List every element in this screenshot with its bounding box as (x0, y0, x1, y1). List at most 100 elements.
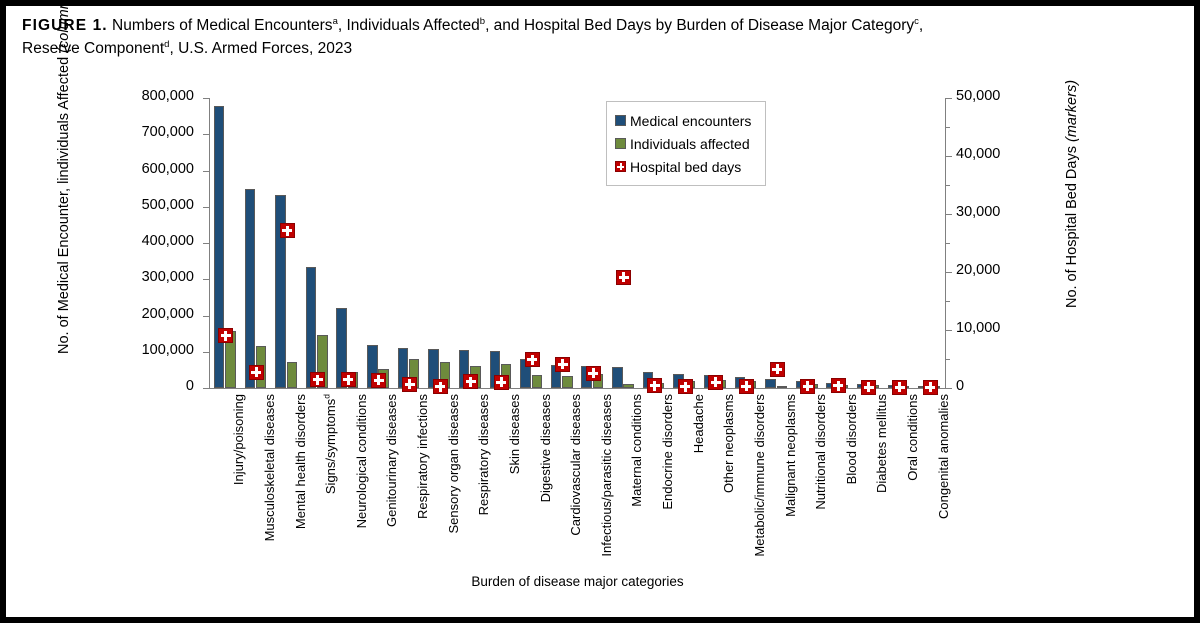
hospital-bed-days-marker (248, 364, 264, 380)
hospital-bed-days-marker (708, 374, 724, 390)
bar-medical-encounters (765, 378, 776, 388)
y-axis-right-tick-label: 10,000 (956, 320, 1001, 336)
x-axis-tick-label: Maternal conditions (629, 394, 645, 507)
title-line2-text-1: Reserve Component (22, 40, 165, 57)
title-line-2: Reserve Componentd, U.S. Armed Forces, 2… (22, 37, 1180, 60)
bar-individuals-affected (623, 384, 634, 388)
y-axis-right-tick-mark (946, 388, 952, 389)
x-axis-tick-label: Skin diseases (506, 394, 522, 475)
bar-individuals-affected (286, 362, 297, 388)
hospital-bed-days-marker (769, 361, 785, 377)
x-axis-tick-label: Digestive diseases (537, 394, 553, 503)
y-axis-right-minor-tick-mark (946, 301, 950, 302)
bar-group (826, 98, 849, 388)
x-axis-tick-label-text: Signs/symptoms (323, 398, 339, 495)
x-axis-tick-label: Nutritional disorders (813, 394, 829, 510)
x-axis-tick-label: Neurological conditions (353, 394, 369, 529)
x-axis-tick-label: Sensory organ diseases (445, 394, 461, 534)
bar-group (458, 98, 482, 388)
y-axis-right-tick-label: 40,000 (956, 146, 1001, 162)
y-axis-left-tick-label: 300,000 (141, 269, 194, 286)
hospital-bed-days-marker (218, 328, 234, 344)
legend-item-medical-encounters: Medical encounters (615, 109, 751, 132)
bar-group (887, 98, 911, 388)
hospital-bed-days-marker (738, 378, 754, 394)
bar-group (397, 98, 421, 388)
y-axis-left-tick-mark (203, 243, 209, 244)
x-axis-tick-label: Mental health disorders (292, 394, 308, 530)
title-text-4: , (918, 17, 924, 34)
bar-group (244, 98, 268, 388)
y-axis-right-title-italic: (markers) (1064, 79, 1080, 142)
y-axis-left-tick-mark (203, 134, 209, 136)
x-axis-tick-label: Diabetes mellitus (874, 394, 890, 493)
y-axis-left-tick-mark (203, 279, 209, 281)
chart-canvas: No. of Medical Encounter, lindividuals A… (6, 0, 1194, 617)
chart-legend: Medical encounters Individuals affected … (606, 101, 767, 186)
x-axis-tick-label: Oral conditions (905, 394, 921, 481)
bar-group (428, 98, 451, 388)
x-axis-tick-label: Congenital anomalies (935, 394, 951, 520)
bar-group (275, 98, 298, 388)
legend-item-hospital-bed-days: Hospital bed days (615, 155, 751, 178)
bar-medical-encounters (213, 105, 225, 388)
x-axis-tick-label: Blood disorders (843, 394, 859, 485)
hospital-bed-days-marker (677, 379, 693, 395)
bar-group (213, 98, 237, 388)
page-title: FIGURE 1. Numbers of Medical Encountersa… (22, 14, 1180, 60)
bar-group (765, 98, 788, 388)
x-axis-tick-label: Cardiovascular diseases (568, 394, 584, 536)
bar-group (367, 98, 390, 388)
hospital-bed-days-marker (524, 352, 540, 367)
y-axis-left-tick-label: 400,000 (141, 233, 194, 249)
y-axis-right-tick-label: 20,000 (956, 262, 1001, 278)
x-axis-title: Burden of disease major categories (471, 574, 684, 589)
hospital-bed-days-marker (432, 379, 448, 395)
bar-group (336, 98, 359, 388)
bar-individuals-affected (562, 376, 573, 388)
y-axis-left-tick-mark (203, 315, 209, 317)
bar-medical-encounters (612, 366, 623, 388)
hospital-bed-days-marker (922, 379, 938, 395)
x-axis-tick-label: Malignant neoplasms (782, 394, 798, 517)
hospital-bed-days-marker (861, 379, 877, 395)
hospital-bed-days-marker (800, 378, 816, 394)
bar-individuals-affected (776, 386, 787, 388)
hospital-bed-days-marker (647, 378, 663, 394)
bar-group (857, 98, 880, 388)
y-axis-right-tick-mark (946, 330, 952, 331)
hospital-bed-days-marker (555, 356, 571, 372)
legend-label-medical-encounters: Medical encounters (630, 112, 752, 129)
y-axis-right-tick-label: 30,000 (956, 204, 1001, 220)
bar-medical-encounters (305, 266, 317, 388)
y-axis-right-tick-mark (946, 214, 952, 215)
y-axis-right-minor-tick-mark (946, 243, 950, 244)
y-axis-left-tick-label: 200,000 (141, 305, 194, 322)
legend-label-hospital-bed-days: Hospital bed days (630, 158, 742, 175)
y-axis-right-minor-tick-mark (946, 185, 950, 186)
y-axis-left-tick-mark (203, 206, 209, 208)
y-axis-left-tick-label: 800,000 (141, 88, 194, 104)
y-axis-left-tick-mark (203, 388, 209, 389)
x-axis-tick-label: Respiratory infections (415, 394, 431, 519)
y-axis-left-tick-label: 600,000 (141, 160, 194, 177)
blue-square-swatch-icon (615, 115, 626, 126)
y-axis-right-tick-mark (946, 98, 952, 99)
bar-individuals-affected (531, 374, 542, 388)
legend-label-individuals-affected: Individuals affected (630, 135, 750, 152)
x-axis-tick-label: Other neoplasms (721, 394, 737, 493)
x-axis-tick-label: Metabolic/immune disorders (751, 394, 767, 557)
y-axis-left-tick-mark (203, 170, 209, 172)
y-axis-left-tick-label: 100,000 (141, 341, 194, 358)
y-axis-right-title-main: No. of Hospital Bed Days (1064, 142, 1080, 309)
bar-group (795, 98, 819, 388)
red-cross-marker-icon (615, 161, 626, 172)
hospital-bed-days-marker (616, 269, 632, 285)
x-axis-tick-label: Headache (690, 394, 706, 454)
y-axis-left-tick-label: 500,000 (141, 196, 194, 213)
bar-group (918, 98, 941, 388)
hospital-bed-days-marker (830, 378, 846, 394)
hospital-bed-days-marker (892, 379, 908, 395)
x-axis-tick-label: Signs/symptomsd (322, 394, 339, 574)
x-axis-tick-label: Endocrine disorders (660, 394, 676, 510)
